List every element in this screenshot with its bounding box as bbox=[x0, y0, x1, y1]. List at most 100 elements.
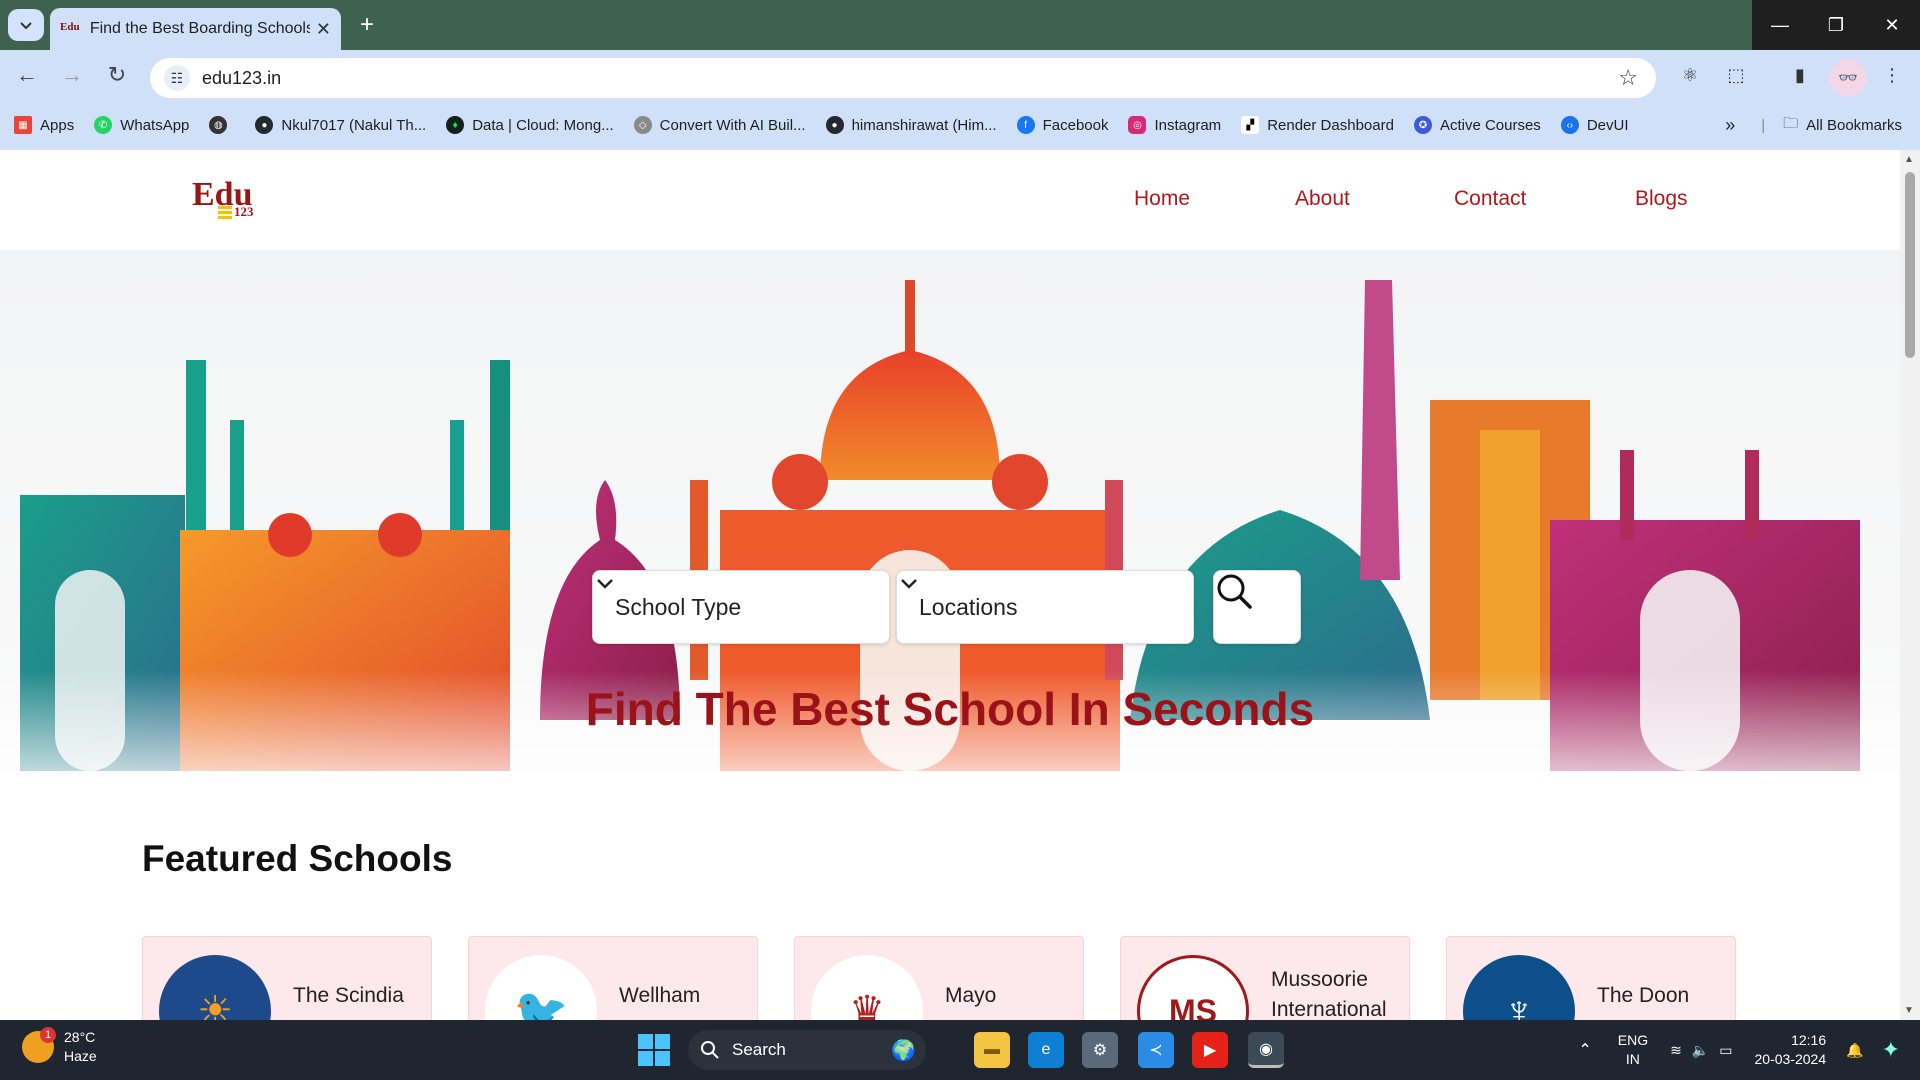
more-bookmarks-icon[interactable]: » bbox=[1725, 115, 1735, 136]
bookmark-mongodb[interactable]: ♦ Data | Cloud: Mong... bbox=[446, 116, 614, 134]
taskbar-search-label: Search bbox=[732, 1040, 786, 1059]
school-card-mussoorie[interactable]: MS Mussoorie International bbox=[1120, 936, 1410, 1020]
github-icon: ● bbox=[825, 116, 844, 134]
back-icon[interactable]: ← bbox=[10, 58, 44, 92]
browser-toolbar: ← → ↻ ☷ edu123.in ☆ ⚛ ⬚ ▮ 👓 ⋮ bbox=[0, 50, 1920, 100]
mayo-crest-logo: ♛ bbox=[811, 955, 923, 1020]
copilot-icon[interactable]: ✦ bbox=[1882, 1037, 1900, 1063]
school-name: Mayo bbox=[945, 984, 997, 1007]
school-name: The Scindia bbox=[293, 984, 404, 1007]
nav-contact[interactable]: Contact bbox=[1454, 187, 1526, 211]
close-tab-icon[interactable]: ✕ bbox=[316, 19, 331, 40]
reload-icon[interactable]: ↻ bbox=[100, 58, 134, 92]
bookmark-label: Convert With AI Buil... bbox=[659, 116, 806, 134]
browser-tab[interactable]: Edu Find the Best Boarding Schools ✕ bbox=[50, 8, 341, 50]
language-indicator[interactable]: ENG IN bbox=[1618, 1031, 1648, 1069]
clock[interactable]: 12:16 20-03-2024 bbox=[1755, 1031, 1827, 1069]
address-bar[interactable]: ☷ edu123.in ☆ bbox=[150, 58, 1656, 98]
window-controls: — ❐ ✕ bbox=[1752, 0, 1920, 50]
file-explorer-icon[interactable]: ▬ bbox=[974, 1032, 1010, 1068]
hero-title: Find The Best School In Seconds bbox=[585, 683, 1315, 735]
bookmark-globe[interactable]: ◍ bbox=[209, 116, 235, 134]
tab-title: Find the Best Boarding Schools bbox=[89, 20, 310, 37]
scrollbar-thumb[interactable] bbox=[1905, 172, 1915, 358]
bookmark-label: Nkul7017 (Nakul Th... bbox=[281, 116, 427, 134]
bookmark-star-icon[interactable]: ☆ bbox=[1618, 65, 1638, 91]
scroll-up-icon[interactable]: ▲ bbox=[1904, 154, 1914, 165]
tab-search-button[interactable] bbox=[8, 9, 44, 41]
time: 12:16 bbox=[1791, 1032, 1827, 1048]
bookmarks-overflow: » | 🗀 All Bookmarks bbox=[1725, 100, 1902, 150]
new-tab-button[interactable]: + bbox=[352, 10, 382, 40]
school-card-scindia[interactable]: ☀ The Scindia bbox=[142, 936, 432, 1020]
region-code: IN bbox=[1625, 1051, 1640, 1067]
page-scrollbar[interactable]: ▲ ▼ bbox=[1900, 150, 1920, 1020]
render-icon: ▞ bbox=[1241, 116, 1260, 134]
bookmark-github-himanshi[interactable]: ● himanshirawat (Him... bbox=[825, 116, 997, 134]
bookmark-convert-ai[interactable]: ◇ Convert With AI Buil... bbox=[633, 116, 806, 134]
windows-start-icon[interactable] bbox=[638, 1034, 670, 1066]
search-button[interactable] bbox=[1213, 570, 1301, 644]
settings-icon[interactable]: ⚙ bbox=[1082, 1032, 1118, 1068]
bookmark-instagram[interactable]: ◎ Instagram bbox=[1128, 116, 1221, 134]
devui-icon: ‹› bbox=[1560, 116, 1579, 134]
instagram-icon: ◎ bbox=[1128, 116, 1147, 134]
forward-icon[interactable]: → bbox=[55, 58, 89, 92]
youtube-icon[interactable]: ▶ bbox=[1192, 1032, 1228, 1068]
bookmark-apps[interactable]: ▦ Apps bbox=[14, 116, 74, 134]
school-type-dropdown[interactable]: School Type bbox=[592, 570, 890, 644]
school-card-mayo[interactable]: ♛ Mayo bbox=[794, 936, 1084, 1020]
profile-avatar[interactable]: 👓 bbox=[1829, 59, 1867, 97]
notification-badge: 1 bbox=[40, 1027, 56, 1043]
school-card-doon[interactable]: ♆ The Doon bbox=[1446, 936, 1736, 1020]
menu-icon[interactable]: ⋮ bbox=[1880, 63, 1904, 87]
chrome-icon[interactable]: ◉ bbox=[1248, 1032, 1284, 1068]
site-logo[interactable]: Edu 123 bbox=[192, 176, 262, 224]
search-icon bbox=[701, 1041, 719, 1059]
bookmark-facebook[interactable]: f Facebook bbox=[1016, 116, 1108, 134]
restore-icon[interactable]: ❐ bbox=[1808, 0, 1864, 50]
web-page: Edu 123 Home About Contact Blogs School … bbox=[0, 150, 1900, 1020]
extensions-icon[interactable]: ⬚ bbox=[1724, 63, 1748, 87]
scroll-down-icon[interactable]: ▼ bbox=[1904, 1005, 1914, 1016]
facebook-icon: f bbox=[1016, 116, 1035, 134]
edge-icon[interactable]: e bbox=[1028, 1032, 1064, 1068]
bookmark-label: Instagram bbox=[1154, 116, 1222, 134]
battery-icon[interactable]: ▭ bbox=[1719, 1042, 1732, 1059]
notification-bell-icon[interactable]: 🔔 bbox=[1846, 1042, 1863, 1059]
chevron-up-icon[interactable]: ⌃ bbox=[1578, 1040, 1591, 1060]
bookmark-label: Apps bbox=[40, 116, 75, 134]
vscode-icon[interactable]: ≺ bbox=[1138, 1032, 1174, 1068]
nav-about[interactable]: About bbox=[1295, 187, 1350, 211]
taskbar-search[interactable]: Search 🌍 bbox=[688, 1030, 926, 1070]
side-panel-icon[interactable]: ▮ bbox=[1788, 63, 1812, 87]
system-tray: ⌃ ENG IN ≋ 🔈 ▭ 12:16 20-03-2024 🔔 ✦ bbox=[1578, 1020, 1900, 1080]
mongodb-leaf-icon: ♦ bbox=[446, 116, 465, 134]
divider: | bbox=[1761, 116, 1766, 134]
weather-widget[interactable]: 1 28°C Haze bbox=[22, 1027, 97, 1066]
volume-icon[interactable]: 🔈 bbox=[1692, 1042, 1709, 1059]
bookmark-label: WhatsApp bbox=[120, 116, 190, 134]
edu123-favicon-icon: Edu bbox=[60, 21, 80, 33]
all-bookmarks-link[interactable]: All Bookmarks bbox=[1806, 117, 1902, 134]
locations-dropdown[interactable]: Locations bbox=[896, 570, 1194, 644]
bookmark-github-nkul[interactable]: ● Nkul7017 (Nakul Th... bbox=[255, 116, 426, 134]
bookmark-active-courses[interactable]: ✪ Active Courses bbox=[1413, 116, 1541, 134]
featured-schools-heading: Featured Schools bbox=[142, 838, 453, 879]
nav-blogs[interactable]: Blogs bbox=[1635, 187, 1688, 211]
courses-icon: ✪ bbox=[1413, 116, 1432, 134]
bookmark-render[interactable]: ▞ Render Dashboard bbox=[1241, 116, 1394, 134]
close-window-icon[interactable]: ✕ bbox=[1864, 0, 1920, 50]
url-text: edu123.in bbox=[202, 67, 282, 88]
bookmark-whatsapp[interactable]: ✆ WhatsApp bbox=[94, 116, 189, 134]
chevron-down-icon bbox=[20, 22, 32, 30]
wifi-icon[interactable]: ≋ bbox=[1670, 1042, 1682, 1059]
minimize-icon[interactable]: — bbox=[1752, 0, 1808, 50]
react-devtools-icon[interactable]: ⚛ bbox=[1678, 63, 1702, 87]
bookmark-label: Render Dashboard bbox=[1267, 116, 1394, 134]
nav-home[interactable]: Home bbox=[1134, 187, 1190, 211]
school-card-wellham[interactable]: 🐦 Wellham bbox=[468, 936, 758, 1020]
logo-books-icon bbox=[218, 206, 232, 220]
site-info-icon[interactable]: ☷ bbox=[164, 65, 190, 91]
bookmark-devui[interactable]: ‹› DevUI bbox=[1560, 116, 1629, 134]
